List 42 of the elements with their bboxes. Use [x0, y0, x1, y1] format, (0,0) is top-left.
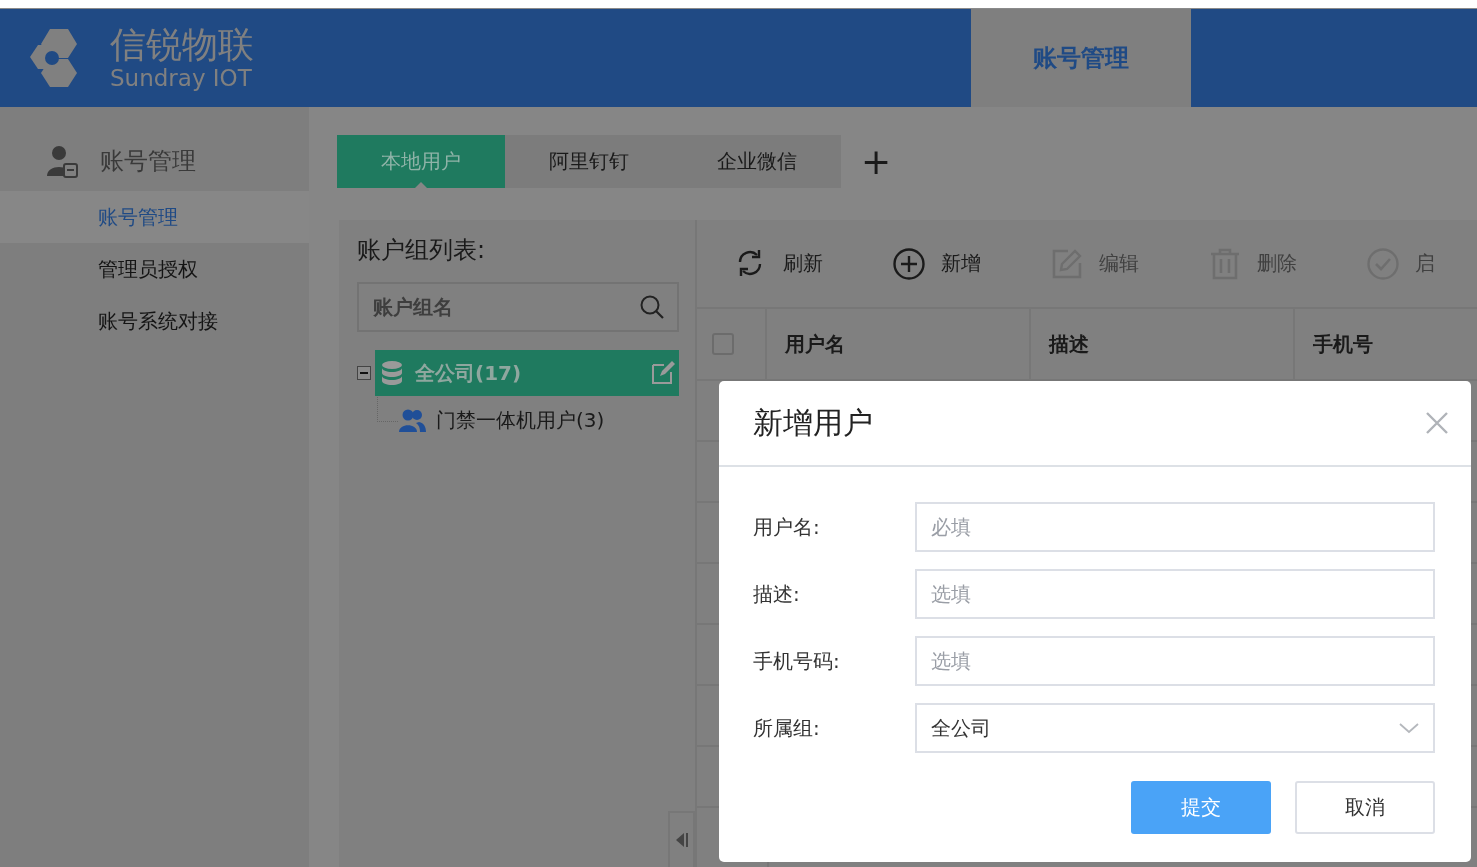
edit-icon — [651, 361, 675, 385]
column-header: 手机号 — [1295, 309, 1477, 379]
field-label: 描述: — [753, 580, 801, 608]
field-label: 所属组: — [753, 714, 821, 742]
database-icon — [381, 360, 403, 386]
input-field[interactable]: 必填 — [915, 502, 1435, 552]
sidebar-item[interactable]: 账号管理 — [0, 191, 309, 243]
close-icon — [1425, 411, 1449, 435]
panel-title: 账户组列表: — [357, 235, 487, 266]
tab[interactable]: 本地用户 — [337, 135, 505, 188]
toolbar-button[interactable]: 新增 — [893, 247, 981, 280]
tree-node[interactable]: 门禁一体机用户(3) — [398, 396, 679, 444]
collapse-icon — [674, 832, 689, 848]
field-label: 手机号码: — [753, 647, 841, 675]
sidebar-item[interactable]: 管理员授权 — [0, 243, 309, 295]
collapse-button[interactable] — [668, 811, 695, 867]
column-header: 用户名 — [767, 309, 1031, 379]
logo-title: 信锐物联 — [110, 24, 254, 66]
dialog-title: 新增用户 — [753, 403, 873, 442]
plus-circle-icon — [893, 247, 925, 280]
user-icon — [46, 144, 78, 178]
sidebar-group-title: 账号管理 — [100, 146, 196, 177]
cancel-button[interactable]: 取消 — [1295, 781, 1435, 834]
minus-icon — [357, 366, 371, 380]
submit-button[interactable]: 提交 — [1131, 781, 1271, 834]
column-header: 描述 — [1031, 309, 1295, 379]
sidebar-item[interactable]: 账号系统对接 — [0, 295, 309, 347]
search-icon — [639, 294, 665, 320]
group-select[interactable]: 全公司 — [915, 703, 1435, 753]
add-tab-button[interactable]: + — [855, 143, 898, 180]
tab[interactable]: 阿里钉钉 — [505, 135, 673, 188]
input-field[interactable]: 选填 — [915, 636, 1435, 686]
field-label: 用户名: — [753, 513, 821, 541]
logo-subtitle: Sundray IOT — [110, 64, 253, 92]
toolbar-button[interactable]: 刷新 — [735, 247, 823, 280]
close-button[interactable] — [1425, 411, 1449, 435]
users-icon — [398, 407, 426, 433]
chevron-down-icon — [1399, 722, 1419, 734]
tab[interactable]: 企业微信 — [673, 135, 841, 188]
search-field[interactable]: 账户组名 — [357, 282, 679, 332]
input-field[interactable]: 选填 — [915, 569, 1435, 619]
nav-tab[interactable]: 账号管理 — [971, 9, 1191, 107]
